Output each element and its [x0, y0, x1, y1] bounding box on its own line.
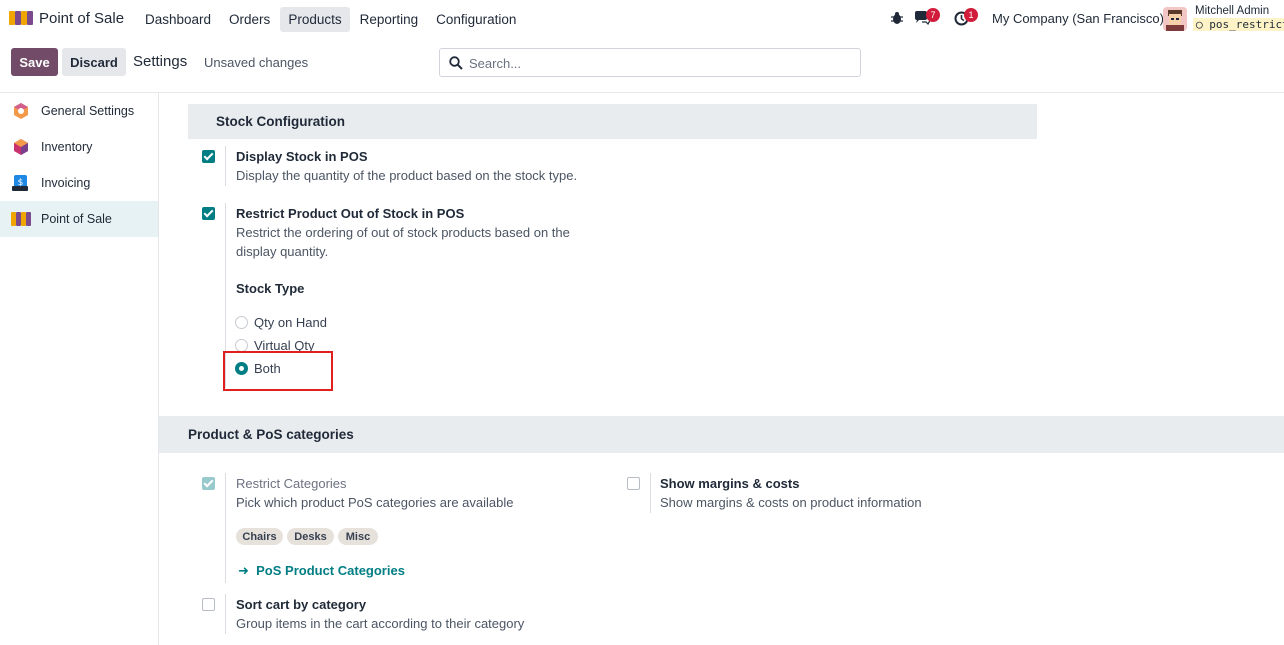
- category-tag[interactable]: Desks: [287, 528, 334, 545]
- stock-type-label: Stock Type: [236, 281, 305, 296]
- category-tag[interactable]: Chairs: [236, 528, 283, 545]
- sort-cart-checkbox[interactable]: [202, 598, 215, 611]
- search-box[interactable]: [439, 48, 861, 77]
- sidebar-item-invoicing[interactable]: $ Invoicing: [0, 165, 158, 201]
- restrict-categories-description: Pick which product PoS categories are av…: [236, 495, 514, 510]
- setting-divider: [650, 473, 651, 513]
- show-margins-title: Show margins & costs: [660, 476, 800, 491]
- app-name[interactable]: Point of Sale: [39, 10, 124, 27]
- setting-divider: [225, 146, 226, 186]
- save-button[interactable]: Save: [11, 48, 58, 76]
- display-stock-checkbox[interactable]: [202, 150, 215, 163]
- display-stock-title: Display Stock in POS: [236, 149, 368, 164]
- sort-cart-description: Group items in the cart according to the…: [236, 616, 525, 631]
- section-title: Stock Configuration: [216, 114, 345, 129]
- settings-sidebar: General Settings Inventory $ Invoicing P…: [0, 93, 159, 645]
- radio-qty-on-hand[interactable]: [235, 316, 248, 329]
- sidebar-item-general-settings[interactable]: General Settings: [0, 93, 158, 129]
- control-panel-divider: [0, 92, 1284, 93]
- point-of-sale-icon: [11, 212, 31, 226]
- svg-text:$: $: [18, 178, 24, 188]
- display-stock-description: Display the quantity of the product base…: [236, 168, 578, 183]
- setting-divider: [225, 594, 226, 634]
- sidebar-item-label: General Settings: [41, 104, 135, 118]
- menu-orders[interactable]: Orders: [221, 7, 278, 32]
- sidebar-item-label: Invoicing: [41, 176, 91, 190]
- top-navbar: Point of Sale Dashboard Orders Products …: [0, 0, 1284, 38]
- menu-configuration[interactable]: Configuration: [428, 7, 524, 32]
- menu-reporting[interactable]: Reporting: [352, 7, 427, 32]
- show-margins-description: Show margins & costs on product informat…: [660, 495, 922, 510]
- main-menu: Dashboard Orders Products Reporting Conf…: [137, 7, 524, 32]
- categories-section-header: Product & PoS categories: [159, 416, 1284, 453]
- sidebar-item-inventory[interactable]: Inventory: [0, 129, 158, 165]
- search-icon: [449, 56, 463, 70]
- search-input[interactable]: [469, 54, 849, 72]
- restrict-stock-checkbox[interactable]: [202, 207, 215, 220]
- general-settings-icon: [14, 103, 28, 119]
- messages-badge: 7: [926, 8, 940, 22]
- sort-cart-title: Sort cart by category: [236, 597, 367, 612]
- pos-product-categories-link[interactable]: ➜ PoS Product Categories: [238, 563, 405, 579]
- restrict-stock-title: Restrict Product Out of Stock in POS: [236, 206, 465, 221]
- company-switcher[interactable]: My Company (San Francisco): [992, 11, 1164, 26]
- page-title: Settings: [133, 53, 188, 70]
- activities-badge: 1: [964, 8, 978, 22]
- restrict-categories-checkbox[interactable]: [202, 477, 215, 490]
- sidebar-item-label: Inventory: [41, 140, 93, 154]
- avatar-face-icon: [1163, 7, 1187, 31]
- inventory-icon: [14, 139, 28, 155]
- database-label: pos_restrict: [1209, 18, 1284, 31]
- restrict-stock-description: Restrict the ordering of out of stock pr…: [236, 225, 570, 259]
- show-margins-checkbox[interactable]: [627, 477, 640, 490]
- discard-button[interactable]: Discard: [62, 48, 126, 76]
- point-of-sale-logo-icon[interactable]: [9, 9, 33, 27]
- stock-configuration-header: Stock Configuration: [188, 104, 1037, 139]
- unsaved-changes-indicator: Unsaved changes: [204, 55, 309, 70]
- debug-bug-icon[interactable]: [890, 11, 904, 25]
- highlight-box: [223, 351, 333, 391]
- database-name: ◯ pos_restrict: [1193, 18, 1284, 31]
- category-tag[interactable]: Misc: [338, 528, 378, 545]
- menu-products[interactable]: Products: [280, 7, 350, 32]
- restrict-categories-title: Restrict Categories: [236, 476, 347, 491]
- invoicing-icon: $: [12, 175, 28, 191]
- sidebar-item-label: Point of Sale: [41, 212, 112, 226]
- user-name[interactable]: Mitchell Admin: [1195, 5, 1269, 17]
- link-label: PoS Product Categories: [256, 563, 405, 578]
- menu-dashboard[interactable]: Dashboard: [137, 7, 219, 32]
- section-title: Product & PoS categories: [188, 427, 354, 442]
- setting-divider: [225, 473, 226, 583]
- user-avatar[interactable]: [1163, 7, 1187, 31]
- radio-label-qty-on-hand[interactable]: Qty on Hand: [254, 315, 327, 330]
- sidebar-item-point-of-sale[interactable]: Point of Sale: [0, 201, 158, 237]
